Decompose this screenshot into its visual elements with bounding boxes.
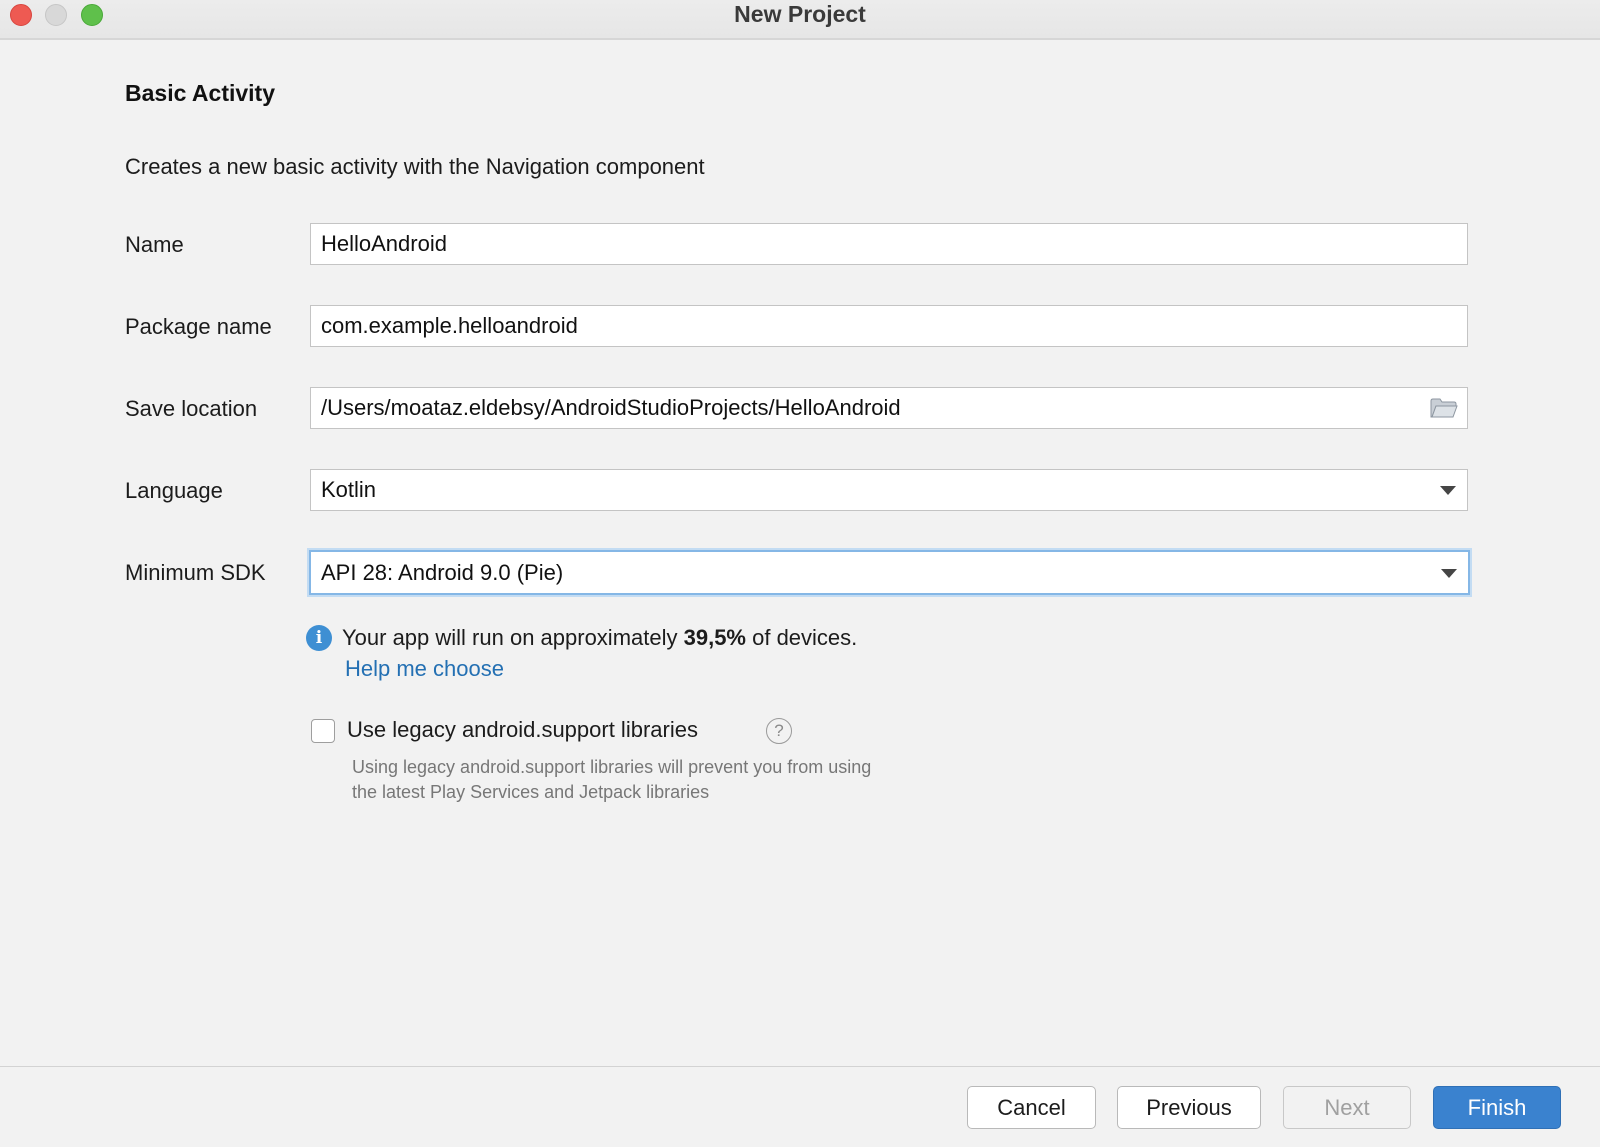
question-mark-icon[interactable]: ? — [766, 718, 792, 744]
window-title: New Project — [734, 1, 866, 27]
min-sdk-dropdown[interactable]: API 28: Android 9.0 (Pie) — [309, 550, 1470, 595]
legacy-note-line-1: Using legacy android.support libraries w… — [352, 757, 872, 777]
min-sdk-selected-value: API 28: Android 9.0 (Pie) — [321, 560, 564, 585]
coverage-prefix: Your app will run on approximately — [342, 625, 684, 650]
finish-button[interactable]: Finish — [1433, 1086, 1561, 1129]
legacy-note-line-2: the latest Play Services and Jetpack lib… — [352, 782, 710, 802]
coverage-suffix: of devices. — [746, 625, 858, 650]
footer-divider — [0, 1066, 1600, 1067]
help-me-choose-link[interactable]: Help me choose — [345, 656, 504, 682]
language-label: Language — [125, 478, 223, 503]
language-selected-value: Kotlin — [321, 477, 377, 502]
save-location-field-value: /Users/moataz.eldebsy/AndroidStudioProje… — [321, 395, 901, 420]
save-location-label: Save location — [125, 396, 258, 421]
package-name-field-value: com.example.helloandroid — [321, 313, 578, 338]
folder-icon[interactable] — [1430, 397, 1458, 419]
save-location-field[interactable]: /Users/moataz.eldebsy/AndroidStudioProje… — [310, 387, 1468, 429]
name-field[interactable]: HelloAndroid — [310, 223, 1468, 265]
page-title: Basic Activity — [125, 80, 275, 106]
next-button[interactable]: Next — [1283, 1086, 1411, 1129]
page-description: Creates a new basic activity with the Na… — [125, 154, 705, 179]
legacy-support-checkbox[interactable] — [311, 719, 335, 743]
chevron-down-icon — [1441, 569, 1457, 578]
name-label: Name — [125, 232, 184, 257]
legacy-support-label[interactable]: Use legacy android.support libraries — [347, 717, 698, 743]
language-dropdown[interactable]: Kotlin — [310, 469, 1468, 511]
title-bar: New Project — [0, 0, 1600, 40]
min-sdk-label: Minimum SDK — [125, 560, 266, 585]
package-name-field[interactable]: com.example.helloandroid — [310, 305, 1468, 347]
name-field-value: HelloAndroid — [321, 231, 447, 256]
cancel-button[interactable]: Cancel — [967, 1086, 1096, 1129]
chevron-down-icon — [1440, 486, 1456, 495]
previous-button[interactable]: Previous — [1117, 1086, 1261, 1129]
package-name-label: Package name — [125, 314, 272, 339]
info-icon: i — [306, 625, 332, 651]
legacy-support-note: Using legacy android.support libraries w… — [352, 755, 871, 805]
coverage-percent: 39,5% — [683, 625, 746, 650]
